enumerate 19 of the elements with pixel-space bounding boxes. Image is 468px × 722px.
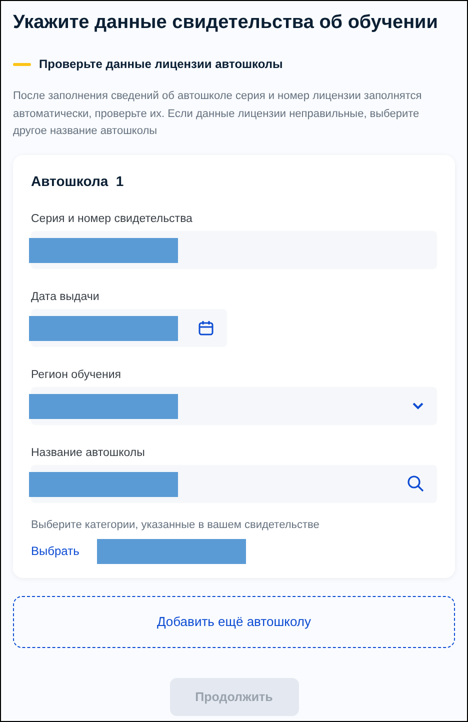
notice-text: Проверьте данные лицензии автошколы	[39, 57, 283, 71]
chevron-down-icon[interactable]	[412, 402, 424, 410]
input-field[interactable]	[31, 386, 437, 424]
accent-line	[13, 62, 31, 66]
input-field[interactable]	[31, 464, 437, 502]
input-field[interactable]	[31, 230, 437, 268]
hint-text: Выберите категории, указанные в вашем свидетельстве	[31, 518, 320, 530]
field-label: Серия и номер свидетельства	[31, 212, 192, 224]
calendar-icon[interactable]	[198, 320, 214, 336]
page-title: Укажите данные свидетельства об обучении	[13, 11, 439, 35]
input-field[interactable]	[31, 308, 227, 346]
field-label: Дата выдачи	[31, 290, 100, 302]
field-label: Регион обучения	[31, 368, 121, 380]
card-heading: Автошкола 1	[31, 172, 125, 188]
select-link[interactable]: Выбрать	[31, 544, 80, 558]
description-text: После заполнения сведений об автошколе серия и номер лицензии заполнятся автоматически, проверьте их. Если данные лицензии неправильные, выберите другое название автошколы	[13, 89, 423, 139]
field-label: Название автошколы	[31, 446, 145, 458]
search-icon[interactable]	[407, 475, 424, 492]
add-school-button[interactable]: Добавить ещё автошколу	[13, 596, 455, 648]
